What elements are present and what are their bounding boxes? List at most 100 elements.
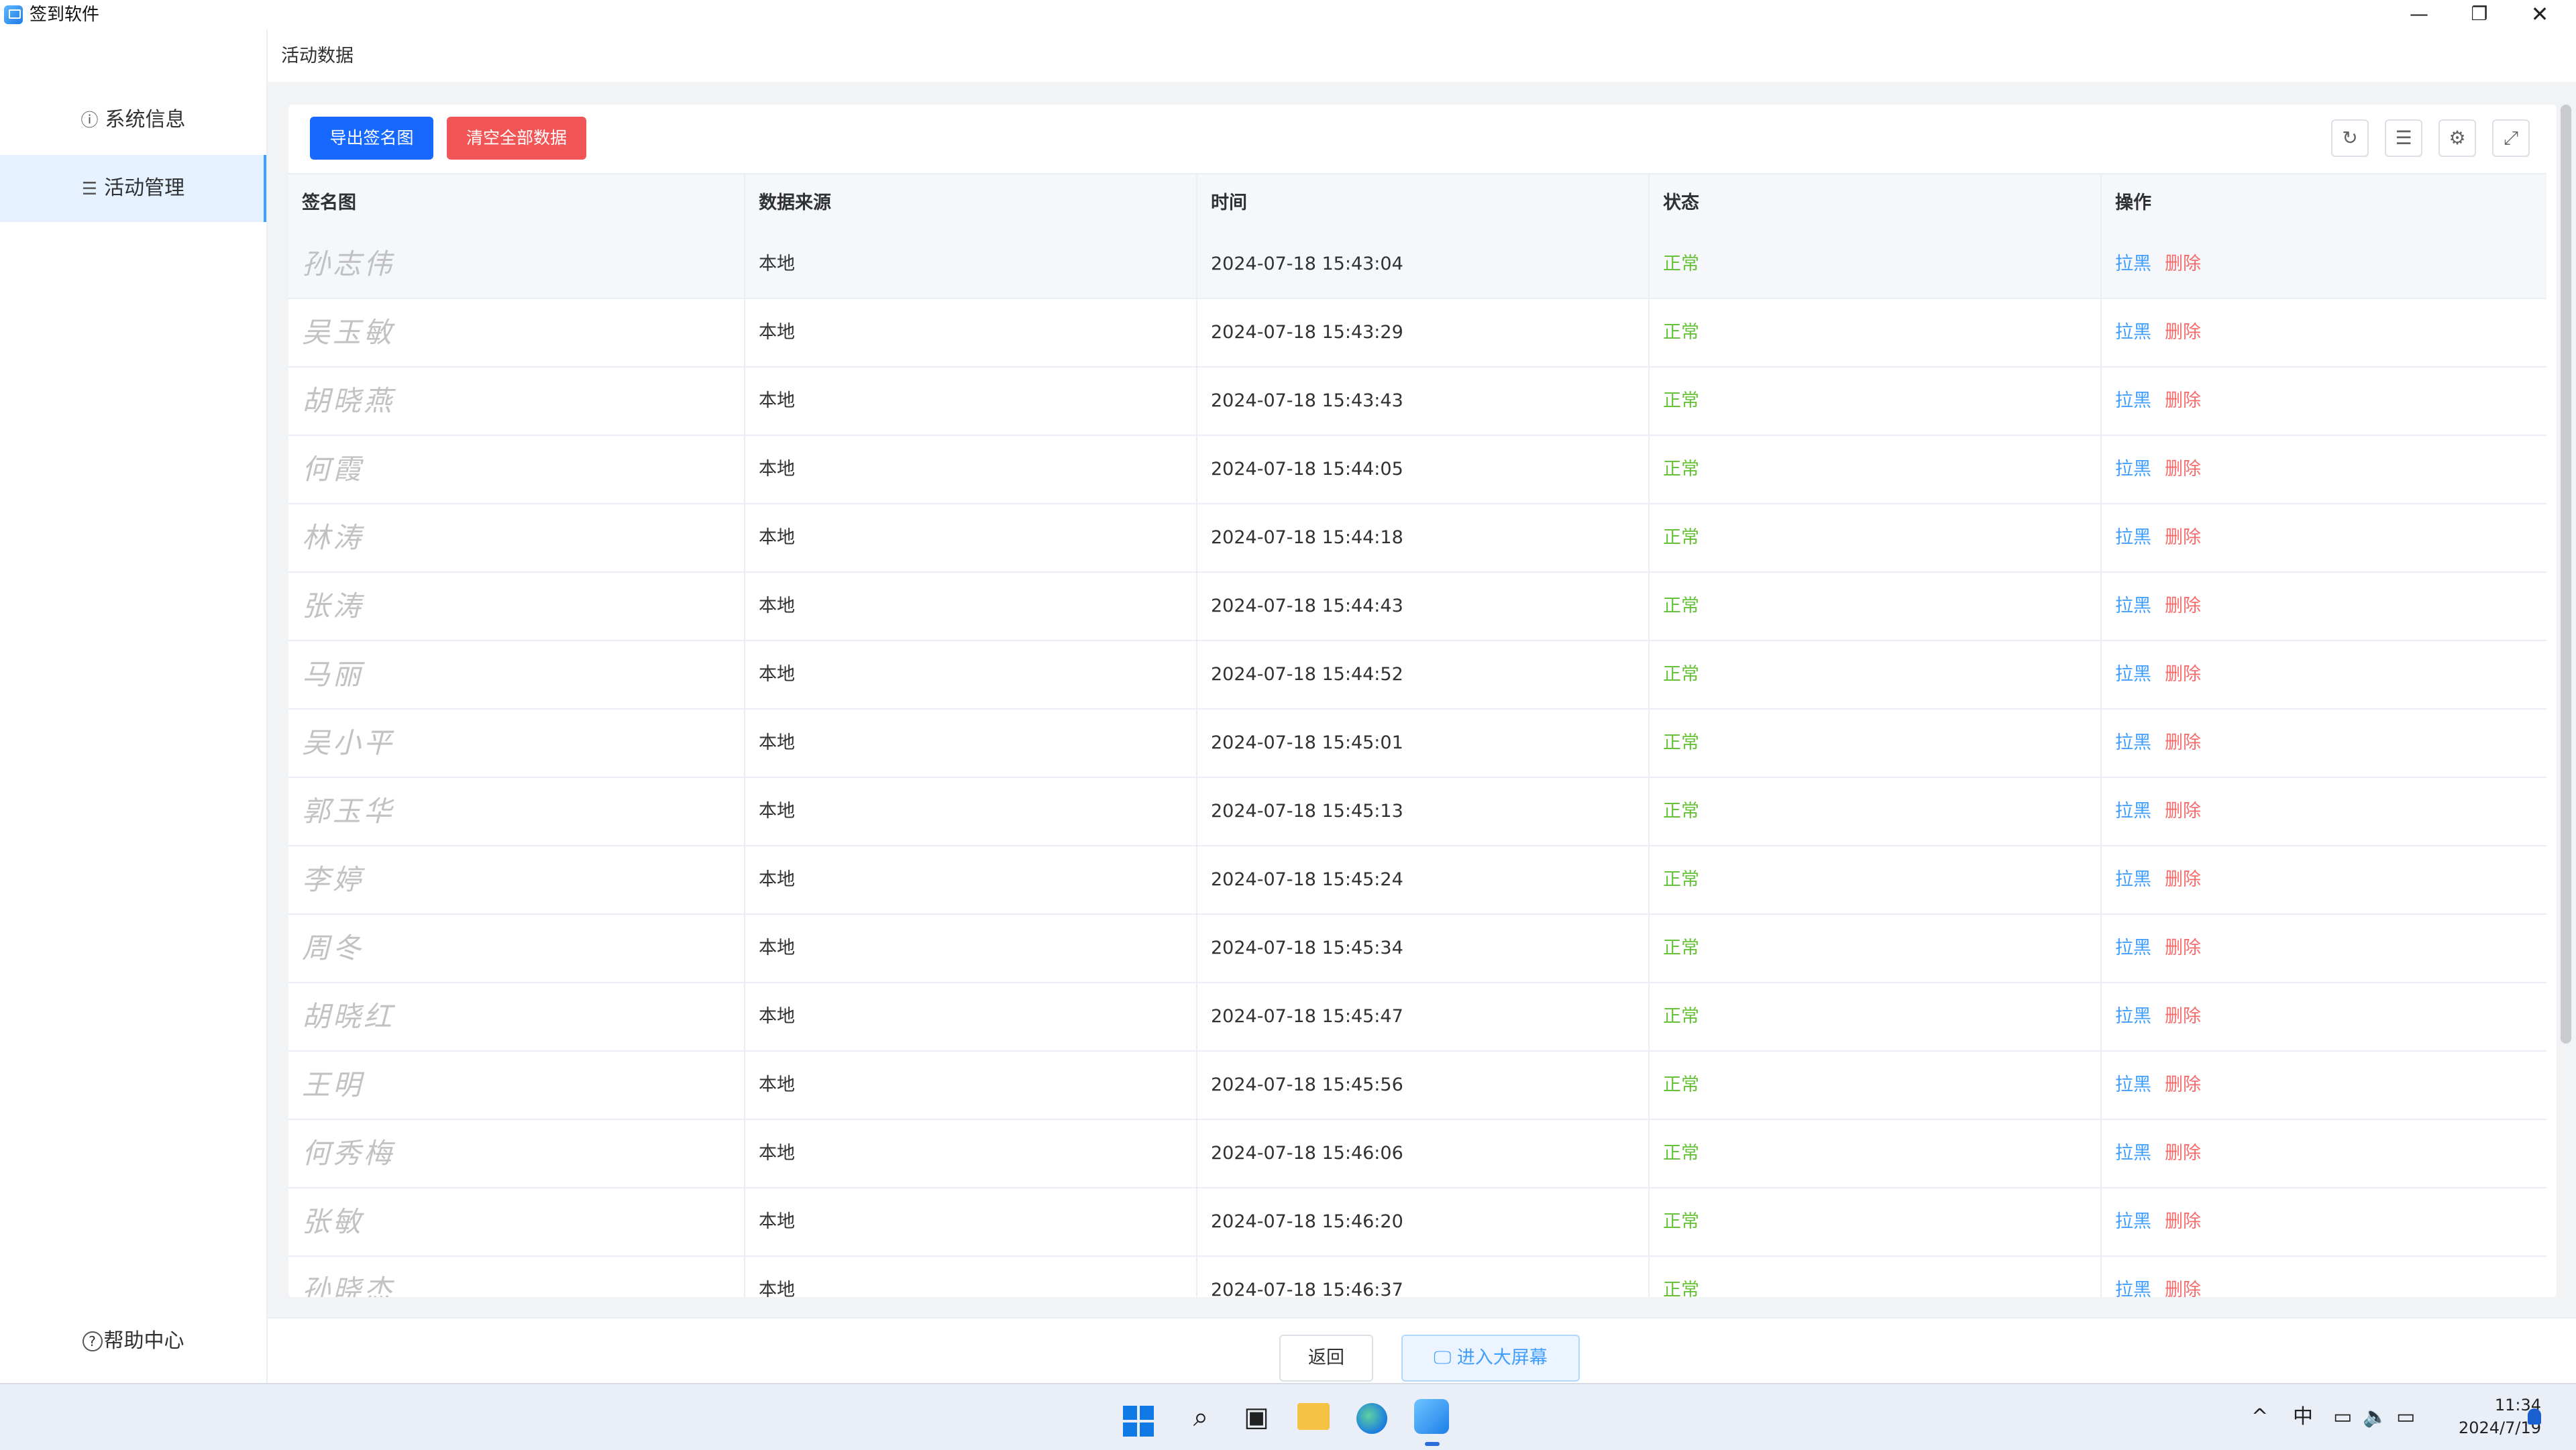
blacklist-link[interactable]: 拉黑 (2115, 1211, 2151, 1232)
delete-link[interactable]: 删除 (2165, 1143, 2201, 1164)
delete-link[interactable]: 删除 (2165, 938, 2201, 958)
table-row: 吴玉敏 本地 2024-07-18 15:43:29 正常 拉黑 删除 (288, 299, 2546, 368)
delete-link[interactable]: 删除 (2165, 596, 2201, 616)
signature-image[interactable]: 胡晓燕 (302, 384, 394, 417)
blacklist-link[interactable]: 拉黑 (2115, 664, 2151, 685)
task-view-icon[interactable]: ▣ (1236, 1398, 1277, 1437)
page-title: 活动数据 (281, 46, 354, 66)
app-icon (4, 5, 23, 24)
edge-icon[interactable] (1356, 1403, 1387, 1434)
time-cell: 2024-07-18 15:44:43 (1197, 573, 1650, 640)
blacklist-link[interactable]: 拉黑 (2115, 938, 2151, 958)
delete-link[interactable]: 删除 (2165, 732, 2201, 753)
blacklist-link[interactable]: 拉黑 (2115, 322, 2151, 343)
sidebar-item-activity-management[interactable]: ☰ 活动管理 (0, 155, 266, 222)
signature-image[interactable]: 张涛 (302, 590, 364, 622)
battery-icon[interactable]: ▭ (2396, 1384, 2415, 1450)
blacklist-link[interactable]: 拉黑 (2115, 801, 2151, 822)
blacklist-link[interactable]: 拉黑 (2115, 1074, 2151, 1095)
blacklist-link[interactable]: 拉黑 (2115, 390, 2151, 411)
export-signatures-button[interactable]: 导出签名图 (310, 117, 433, 160)
delete-link[interactable]: 删除 (2165, 1074, 2201, 1095)
ime-indicator[interactable]: 中 (2293, 1384, 2313, 1450)
blacklist-link[interactable]: 拉黑 (2115, 1006, 2151, 1027)
blacklist-link[interactable]: 拉黑 (2115, 596, 2151, 616)
signature-image[interactable]: 何秀梅 (302, 1137, 394, 1170)
source-cell: 本地 (745, 983, 1197, 1050)
density-button[interactable]: ☰ (2385, 119, 2422, 157)
volume-icon[interactable]: 🔈 (2363, 1384, 2387, 1450)
signature-image[interactable]: 周冬 (302, 932, 364, 964)
maximize-button[interactable]: ❐ (2450, 0, 2509, 30)
delete-link[interactable]: 删除 (2165, 1280, 2201, 1297)
signature-image[interactable]: 林涛 (302, 521, 364, 554)
signature-image[interactable]: 何霞 (302, 453, 364, 486)
enter-big-screen-button[interactable]: 🖵 进入大屏幕 (1401, 1335, 1580, 1382)
delete-link[interactable]: 删除 (2165, 801, 2201, 822)
signature-image[interactable]: 郭玉华 (302, 795, 394, 828)
signature-image[interactable]: 孙志伟 (302, 247, 394, 280)
column-settings-button[interactable]: ⚙ (2438, 119, 2476, 157)
blacklist-link[interactable]: 拉黑 (2115, 1280, 2151, 1297)
signature-image[interactable]: 马丽 (302, 658, 364, 691)
file-explorer-icon[interactable] (1297, 1403, 1330, 1430)
delete-link[interactable]: 删除 (2165, 459, 2201, 480)
notification-bell-icon[interactable] (2528, 1408, 2541, 1425)
signature-image[interactable]: 吴小平 (302, 726, 394, 759)
system-clock[interactable]: 11:34 2024/7/19 (2434, 1394, 2541, 1439)
column-header-actions: 操作 (2115, 192, 2151, 213)
back-button[interactable]: 返回 (1279, 1335, 1373, 1382)
table-row: 何秀梅 本地 2024-07-18 15:46:06 正常 拉黑 删除 (288, 1120, 2546, 1188)
signature-image[interactable]: 张敏 (302, 1205, 364, 1238)
network-icon[interactable]: ▭ (2333, 1384, 2352, 1450)
blacklist-link[interactable]: 拉黑 (2115, 1143, 2151, 1164)
breadcrumb: 活动数据 (268, 30, 2576, 82)
clear-all-data-button[interactable]: 清空全部数据 (447, 117, 586, 160)
delete-link[interactable]: 删除 (2165, 527, 2201, 548)
signature-image[interactable]: 胡晓红 (302, 1000, 394, 1033)
delete-link[interactable]: 删除 (2165, 1211, 2201, 1232)
status-cell: 正常 (1650, 299, 2102, 366)
start-icon[interactable] (1123, 1406, 1154, 1437)
actions-cell: 拉黑 删除 (2102, 1052, 2546, 1119)
signature-cell: 周冬 (288, 915, 745, 982)
status-cell: 正常 (1650, 778, 2102, 845)
time-cell: 2024-07-18 15:44:18 (1197, 504, 1650, 571)
search-icon[interactable]: ⌕ (1181, 1398, 1221, 1437)
blacklist-link[interactable]: 拉黑 (2115, 459, 2151, 480)
fullscreen-button[interactable]: ⤢ (2492, 119, 2530, 157)
status-cell: 正常 (1650, 710, 2102, 777)
refresh-button[interactable]: ↻ (2331, 119, 2369, 157)
signin-app-icon[interactable] (1414, 1399, 1449, 1434)
tray-chevron-icon[interactable]: ^ (2251, 1384, 2268, 1450)
time-cell: 2024-07-18 15:45:56 (1197, 1052, 1650, 1119)
minimize-button[interactable]: — (2390, 0, 2449, 30)
signature-image[interactable]: 李婷 (302, 863, 364, 896)
delete-link[interactable]: 删除 (2165, 322, 2201, 343)
blacklist-link[interactable]: 拉黑 (2115, 254, 2151, 274)
signature-image[interactable]: 吴玉敏 (302, 316, 394, 349)
blacklist-link[interactable]: 拉黑 (2115, 732, 2151, 753)
close-button[interactable]: ✕ (2510, 0, 2569, 30)
source-cell: 本地 (745, 299, 1197, 366)
delete-link[interactable]: 删除 (2165, 1006, 2201, 1027)
status-cell: 正常 (1650, 915, 2102, 982)
delete-link[interactable]: 删除 (2165, 390, 2201, 411)
delete-link[interactable]: 删除 (2165, 664, 2201, 685)
blacklist-link[interactable]: 拉黑 (2115, 869, 2151, 890)
delete-link[interactable]: 删除 (2165, 869, 2201, 890)
status-cell: 正常 (1650, 368, 2102, 435)
signature-image[interactable]: 孙晓杰 (302, 1274, 394, 1297)
column-header-source[interactable]: 数据来源 (745, 174, 1197, 232)
signature-image[interactable]: 王明 (302, 1068, 364, 1101)
delete-link[interactable]: 删除 (2165, 254, 2201, 274)
sidebar-item-system-info[interactable]: ⓘ 系统信息 (0, 87, 266, 154)
table-scrollbar[interactable] (2561, 105, 2571, 1044)
column-header-status[interactable]: 状态 (1650, 174, 2102, 232)
table-row: 李婷 本地 2024-07-18 15:45:24 正常 拉黑 删除 (288, 846, 2546, 915)
blacklist-link[interactable]: 拉黑 (2115, 527, 2151, 548)
column-header-signature[interactable]: 签名图 (288, 174, 745, 232)
help-center-link[interactable]: ? 帮助中心 (0, 1324, 266, 1353)
sidebar: ⓘ 系统信息 ☰ 活动管理 ? 帮助中心 (0, 30, 268, 1383)
column-header-time[interactable]: 时间 (1197, 174, 1650, 232)
